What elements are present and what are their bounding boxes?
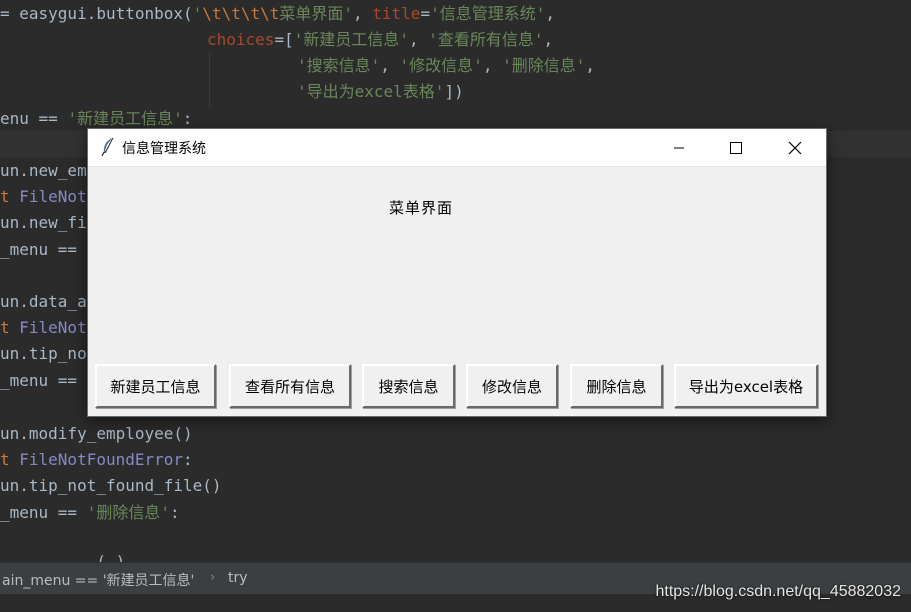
code-string: '查看所有信息'	[428, 30, 544, 49]
code-class: FileNotFoundError	[19, 450, 184, 469]
code-string: '导出为excel表格'	[297, 82, 445, 101]
code-keyword: t	[0, 450, 20, 469]
code-text: ,	[543, 30, 554, 49]
code-text: =	[420, 4, 431, 23]
code-text: enu ==	[0, 109, 68, 128]
maximize-icon	[730, 141, 742, 154]
code-line-20[interactable]: _menu == '删除信息':	[0, 503, 180, 523]
code-kwarg: title	[372, 4, 421, 23]
code-string: '	[192, 4, 203, 23]
code-text: = easygui.buttonbox(	[0, 4, 193, 23]
code-line-13[interactable]: t FileNot	[0, 318, 87, 338]
code-class: FileNot	[19, 187, 87, 206]
code-text: =[	[274, 30, 294, 49]
code-line-7[interactable]: un.new_em	[0, 161, 87, 181]
code-text: ,	[482, 56, 503, 75]
delete-button[interactable]: 删除信息	[570, 364, 663, 408]
code-text: ,	[353, 4, 373, 23]
code-line-2[interactable]: choices=['新建员工信息', '查看所有信息',	[207, 30, 553, 50]
close-button[interactable]	[772, 129, 818, 166]
code-text: ,	[545, 4, 555, 23]
code-line-3[interactable]: '搜索信息', '修改信息', '删除信息',	[297, 56, 595, 76]
code-text: ,	[585, 56, 596, 75]
code-line-14[interactable]: un.tip_no	[0, 344, 87, 364]
code-line-18[interactable]: t FileNotFoundError:	[0, 450, 193, 470]
watermark: https://blog.csdn.net/qq_45882032	[655, 583, 901, 600]
code-text: _menu ==	[0, 503, 87, 522]
code-string: '删除信息'	[502, 56, 586, 75]
feather-icon	[101, 137, 114, 157]
code-text: ])	[444, 82, 464, 101]
code-string: '信息管理系统'	[430, 4, 546, 23]
code-line-12[interactable]: un.data_a	[0, 292, 87, 312]
code-line-4[interactable]: '导出为excel表格'])	[297, 82, 464, 102]
code-line-1[interactable]: = easygui.buttonbox('\t\t\t\t菜单界面', titl…	[0, 4, 555, 24]
indent-guide	[209, 52, 210, 106]
code-string: '搜索信息'	[297, 56, 381, 75]
code-string: '修改信息'	[399, 56, 483, 75]
code-line-8[interactable]: t FileNot	[0, 187, 87, 207]
breadcrumb-item-condition[interactable]: ain_menu == '新建员工信息'	[2, 570, 194, 590]
code-escape: \t\t\t\t	[202, 4, 280, 23]
code-keyword: t	[0, 318, 20, 337]
breadcrumb-item-try[interactable]: try	[228, 570, 248, 586]
code-text: :	[169, 503, 180, 522]
code-string: '新建员工信息'	[293, 30, 409, 49]
code-line-17[interactable]: un.modify_employee()	[0, 424, 193, 444]
dialog-titlebar[interactable]: 信息管理系统	[88, 129, 826, 167]
maximize-button[interactable]	[713, 129, 759, 166]
code-keyword: t	[0, 187, 20, 206]
close-icon	[788, 141, 802, 154]
dialog-message: 菜单界面	[388, 199, 453, 217]
search-button[interactable]: 搜索信息	[362, 364, 455, 408]
code-string: 菜单界面'	[279, 4, 353, 23]
code-text: :	[182, 109, 193, 128]
code-text: ,	[380, 56, 400, 75]
code-class: FileNot	[19, 318, 87, 337]
code-string: '新建员工信息'	[67, 109, 183, 128]
dialog-title: 信息管理系统	[122, 141, 206, 157]
minimize-button[interactable]	[656, 129, 702, 166]
view-all-button[interactable]: 查看所有信息	[229, 364, 351, 408]
modify-button[interactable]: 修改信息	[466, 364, 558, 408]
code-line-15[interactable]: _menu ==	[0, 371, 77, 391]
code-text: :	[183, 450, 193, 469]
new-employee-button[interactable]: 新建员工信息	[95, 364, 216, 408]
code-line-9[interactable]: un.new_fi	[0, 213, 87, 233]
export-excel-button[interactable]: 导出为excel表格	[674, 364, 818, 408]
code-line-5[interactable]: enu == '新建员工信息':	[0, 109, 192, 129]
minimize-icon	[674, 147, 684, 148]
code-text: ,	[408, 30, 429, 49]
code-line-22[interactable]: ( )	[0, 552, 125, 562]
code-kwarg: choices	[207, 30, 275, 49]
code-line-10[interactable]: _menu ==	[0, 240, 77, 260]
code-line-19[interactable]: un.tip_not_found_file()	[0, 476, 222, 496]
code-string: '删除信息'	[86, 503, 170, 522]
buttonbox-dialog: 信息管理系统 菜单界面 新建员工信息 查看所有信息 搜索信息 修改信息 删除信息…	[87, 128, 827, 417]
breadcrumb-separator: ›	[210, 570, 216, 585]
